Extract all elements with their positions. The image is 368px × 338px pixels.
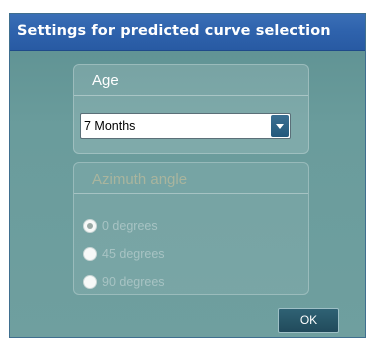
ok-button[interactable]: OK bbox=[278, 308, 339, 333]
age-panel-header: Age bbox=[74, 65, 308, 96]
chevron-down-icon[interactable] bbox=[271, 115, 289, 137]
azimuth-panel-header: Azimuth angle bbox=[74, 163, 308, 194]
radio-unchecked-icon[interactable] bbox=[83, 275, 97, 289]
age-dropdown[interactable]: 7 Months bbox=[80, 113, 291, 139]
title-bar: Settings for predicted curve selection bbox=[10, 14, 365, 51]
azimuth-option-label: 0 degrees bbox=[102, 219, 158, 233]
dialog-title: Settings for predicted curve selection bbox=[17, 23, 331, 39]
azimuth-option-label: 90 degrees bbox=[102, 275, 165, 289]
radio-unchecked-icon[interactable] bbox=[83, 247, 97, 261]
radio-checked-icon[interactable] bbox=[83, 219, 97, 233]
azimuth-panel: Azimuth angle 0 degrees 45 degrees 90 de… bbox=[73, 162, 309, 295]
azimuth-option-label: 45 degrees bbox=[102, 247, 165, 261]
azimuth-heading: Azimuth angle bbox=[92, 171, 188, 188]
age-panel: Age 7 Months bbox=[73, 64, 309, 154]
age-dropdown-value: 7 Months bbox=[84, 119, 136, 133]
age-heading: Age bbox=[92, 72, 119, 89]
settings-dialog: Settings for predicted curve selection A… bbox=[9, 13, 366, 338]
